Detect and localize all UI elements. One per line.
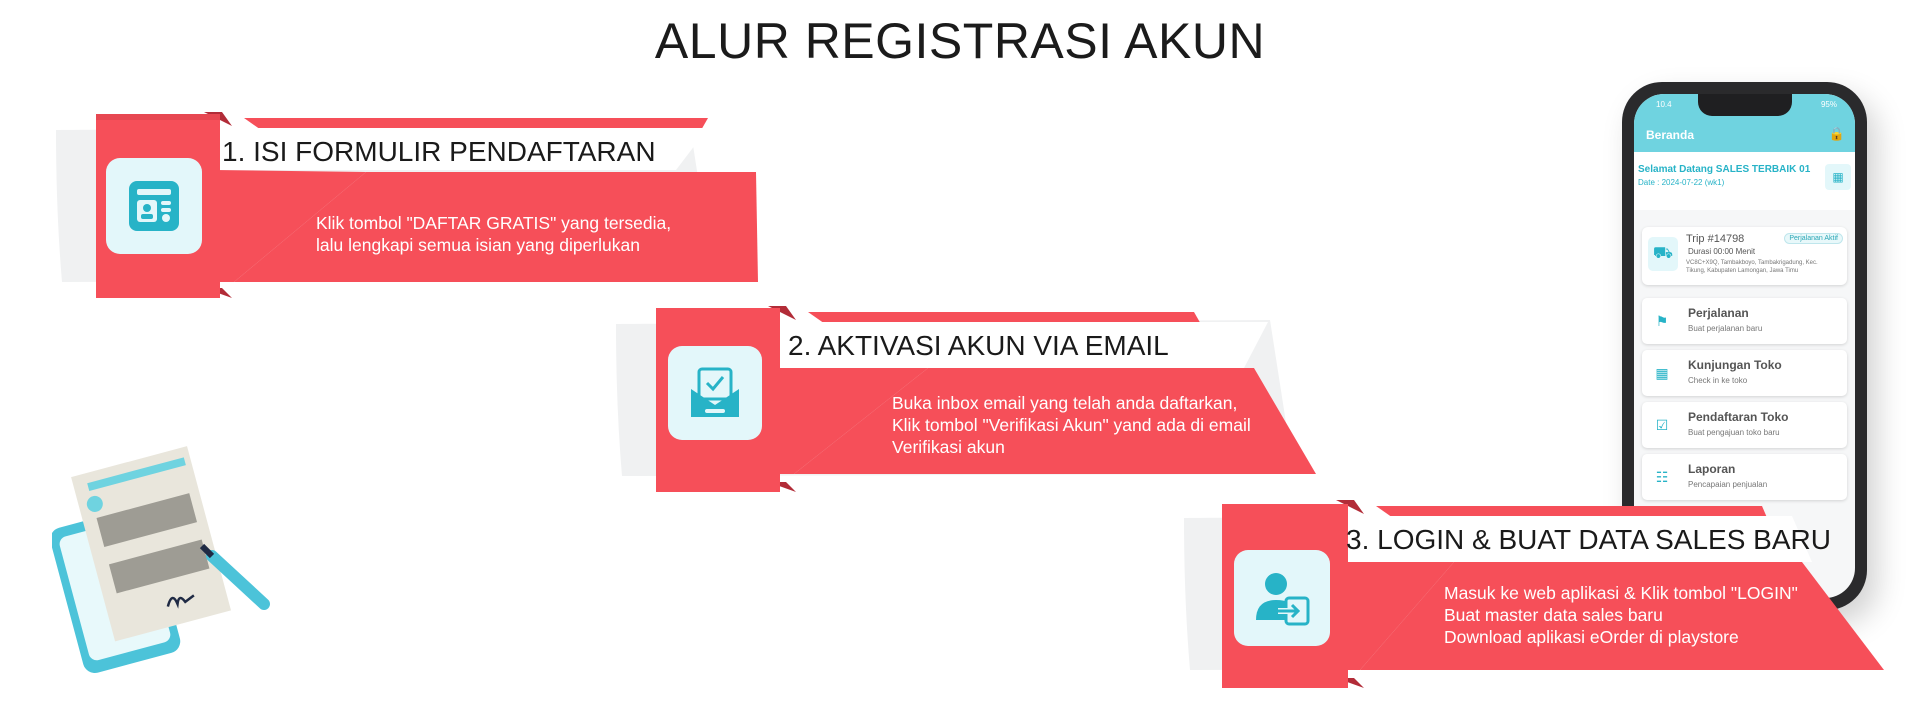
form-icon xyxy=(129,181,179,231)
step-2-icon-box xyxy=(668,346,762,440)
phone-notch xyxy=(1698,94,1792,116)
user-login-icon xyxy=(1256,573,1310,626)
menu-item-sub: Buat perjalanan baru xyxy=(1688,324,1763,333)
id-card-icon[interactable]: ▦ xyxy=(1825,164,1851,190)
menu-item-kunjungan-toko[interactable]: ▦ Kunjungan Toko Check in ke toko xyxy=(1642,350,1847,396)
email-check-icon xyxy=(691,367,739,417)
status-battery: 95% xyxy=(1820,100,1837,109)
car-icon: ⛟ xyxy=(1648,237,1678,271)
step-2-banner: 2. AKTIVASI AKUN VIA EMAIL Buka inbox em… xyxy=(614,306,1334,496)
signed-document-illustration xyxy=(52,446,270,674)
menu-item-perjalanan[interactable]: ⚑ Perjalanan Buat perjalanan baru xyxy=(1642,298,1847,344)
menu-item-sub: Check in ke toko xyxy=(1688,376,1748,385)
menu-item-pendaftaran-toko[interactable]: ☑ Pendaftaran Toko Buat pengajuan toko b… xyxy=(1642,402,1847,448)
store-icon: ▦ xyxy=(1655,364,1669,381)
step-1-heading: 1. ISI FORMULIR PENDAFTARAN xyxy=(222,136,656,167)
lock-icon[interactable]: 🔒 xyxy=(1829,126,1845,142)
route-icon: ⚑ xyxy=(1655,312,1669,329)
menu-item-label: Kunjungan Toko xyxy=(1688,358,1782,372)
welcome-date: Date : 2024-07-22 (wk1) xyxy=(1638,178,1725,187)
trip-card[interactable]: ⛟ Trip #14798 Perjalanan Aktif Durasi 00… xyxy=(1642,227,1847,285)
step-2-heading: 2. AKTIVASI AKUN VIA EMAIL xyxy=(788,330,1169,361)
welcome-card: Selamat Datang SALES TERBAIK 01 Date : 2… xyxy=(1634,152,1855,210)
menu-item-sub: Buat pengajuan toko baru xyxy=(1688,428,1780,437)
step-3-line-2: Buat master data sales baru xyxy=(1444,605,1663,625)
menu-item-label: Pendaftaran Toko xyxy=(1688,410,1789,424)
step-3-icon-box xyxy=(1234,550,1330,646)
step-2-description: Buka inbox email yang telah anda daftark… xyxy=(892,392,1251,458)
trip-number: Trip #14798 xyxy=(1686,233,1745,245)
clipboard-icon: ☑ xyxy=(1655,416,1669,433)
step-1-banner: 1. ISI FORMULIR PENDAFTARAN Klik tombol … xyxy=(54,112,774,302)
step-2-line-2: Klik tombol "Verifikasi Akun" yand ada d… xyxy=(892,415,1251,435)
step-3-heading: 3. LOGIN & BUAT DATA SALES BARU xyxy=(1346,524,1831,555)
step-2-line-1: Buka inbox email yang telah anda daftark… xyxy=(892,393,1238,413)
step-1-description: Klik tombol "DAFTAR GRATIS" yang tersedi… xyxy=(316,212,671,256)
menu-item-sub: Pencapaian penjualan xyxy=(1688,480,1768,489)
report-icon: ☷ xyxy=(1655,468,1669,485)
step-3-line-1: Masuk ke web aplikasi & Klik tombol "LOG… xyxy=(1444,583,1798,603)
trip-status-badge: Perjalanan Aktif xyxy=(1784,233,1843,244)
trip-address: VC8C+X9Q, Tambakboyo, Tambakrigadung, Ke… xyxy=(1686,260,1818,274)
step-2-line-3: Verifikasi akun xyxy=(892,437,1005,457)
menu-item-label: Perjalanan xyxy=(1688,306,1749,320)
app-bar: Beranda 🔒 xyxy=(1634,118,1855,152)
step-3-banner: 3. LOGIN & BUAT DATA SALES BARU Masuk ke… xyxy=(1182,500,1884,690)
app-bar-title: Beranda xyxy=(1646,128,1695,142)
menu-item-laporan[interactable]: ☷ Laporan Pencapaian penjualan xyxy=(1642,454,1847,500)
page-title: ALUR REGISTRASI AKUN xyxy=(654,13,1266,69)
step-1-line-2: lalu lengkapi semua isian yang diperluka… xyxy=(316,235,640,255)
welcome-text: Selamat Datang SALES TERBAIK 01 xyxy=(1638,164,1811,175)
step-1-line-1: Klik tombol "DAFTAR GRATIS" yang tersedi… xyxy=(316,213,672,233)
step-3-line-3: Download aplikasi eOrder di playstore xyxy=(1444,627,1739,647)
trip-duration: Durasi 00:00 Menit xyxy=(1688,247,1756,256)
menu-item-label: Laporan xyxy=(1688,462,1736,476)
step-1-icon-box xyxy=(106,158,202,254)
step-3-description: Masuk ke web aplikasi & Klik tombol "LOG… xyxy=(1444,582,1798,648)
status-time: 10.4 xyxy=(1656,100,1672,109)
